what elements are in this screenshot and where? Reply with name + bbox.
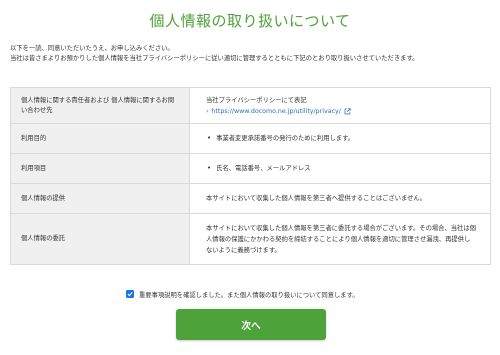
external-link-icon [344, 107, 351, 114]
agreement-checkbox-row[interactable]: 重要事項説明を確認しました。また個人情報の取り扱いについて同意します。 [126, 289, 359, 299]
row-head-provision: 個人情報の提供 [11, 184, 190, 213]
row-head-items: 利用項目 [11, 154, 190, 183]
purpose-text: 事業者変更承諾番号の発行のために利用します。 [216, 135, 355, 142]
terms-row-purpose: 利用目的 • 事業者変更承諾番号の発行のために利用します。 [11, 124, 490, 154]
items-text: 氏名、電話番号、メールアドレス [216, 165, 311, 172]
chevron-right-icon: › [206, 107, 209, 115]
page-title: 個人情報の取り扱いについて [149, 12, 351, 30]
agreement-label[interactable]: 重要事項説明を確認しました。また個人情報の取り扱いについて同意します。 [139, 290, 359, 299]
privacy-terms-table: 個人情報に関する責任者および 個人情報に関するお問い合わせ先 当社プライバシーポ… [10, 87, 491, 265]
row-body-contact: 当社プライバシーポリシーにて表記 › https://www.docomo.ne… [190, 88, 490, 123]
bullet-icon: • [207, 164, 212, 172]
check-icon [127, 292, 133, 297]
intro-line-1: 以下を一読、同意いただいたうえ、お申し込みください。 [10, 45, 174, 52]
terms-row-provision: 個人情報の提供 本サイトにおいて収集した個人情報を第三者へ提供することはございま… [11, 184, 490, 214]
list-item: • 氏名、電話番号、メールアドレス [206, 163, 476, 174]
terms-row-outsourcing: 個人情報の委託 本サイトにおいて収集した個人情報を第三者に委託する場合がございま… [11, 214, 490, 264]
row-body-provision: 本サイトにおいて収集した個人情報を第三者へ提供することはございません。 [190, 184, 490, 213]
row-body-outsourcing: 本サイトにおいて収集した個人情報を第三者に委託する場合がございます。その場合、当… [190, 214, 490, 264]
next-button[interactable]: 次へ [176, 309, 326, 340]
list-item: • 事業者変更承諾番号の発行のために利用します。 [206, 133, 476, 144]
row-head-outsourcing: 個人情報の委託 [11, 214, 190, 264]
bullet-icon: • [207, 134, 212, 142]
row-head-contact: 個人情報に関する責任者および 個人情報に関するお問い合わせ先 [11, 88, 190, 123]
row-head-purpose: 利用目的 [11, 124, 190, 153]
agreement-checkbox[interactable] [126, 290, 134, 298]
outsourcing-text: 本サイトにおいて収集した個人情報を第三者に委託する場合がございます。その場合、当… [206, 224, 476, 254]
terms-row-contact: 個人情報に関する責任者および 個人情報に関するお問い合わせ先 当社プライバシーポ… [11, 88, 490, 124]
privacy-policy-link[interactable]: › https://www.docomo.ne.jp/utility/priva… [206, 106, 476, 117]
privacy-policy-link-text[interactable]: https://www.docomo.ne.jp/utility/privacy… [211, 106, 340, 117]
provision-text: 本サイトにおいて収集した個人情報を第三者へ提供することはございません。 [206, 195, 427, 202]
intro-line-2: 当社は皆さまよりお預かりした個人情報を当社プライバシーポリシーに従い適切に管理す… [10, 55, 419, 62]
intro-text: 以下を一読、同意いただいたうえ、お申し込みください。 当社は皆さまよりお預かりし… [10, 44, 492, 64]
row-body-purpose: • 事業者変更承諾番号の発行のために利用します。 [190, 124, 490, 153]
row-body-items: • 氏名、電話番号、メールアドレス [190, 154, 490, 183]
terms-row-items: 利用項目 • 氏名、電話番号、メールアドレス [11, 154, 490, 184]
privacy-policy-note: 当社プライバシーポリシーにて表記 [206, 96, 307, 104]
